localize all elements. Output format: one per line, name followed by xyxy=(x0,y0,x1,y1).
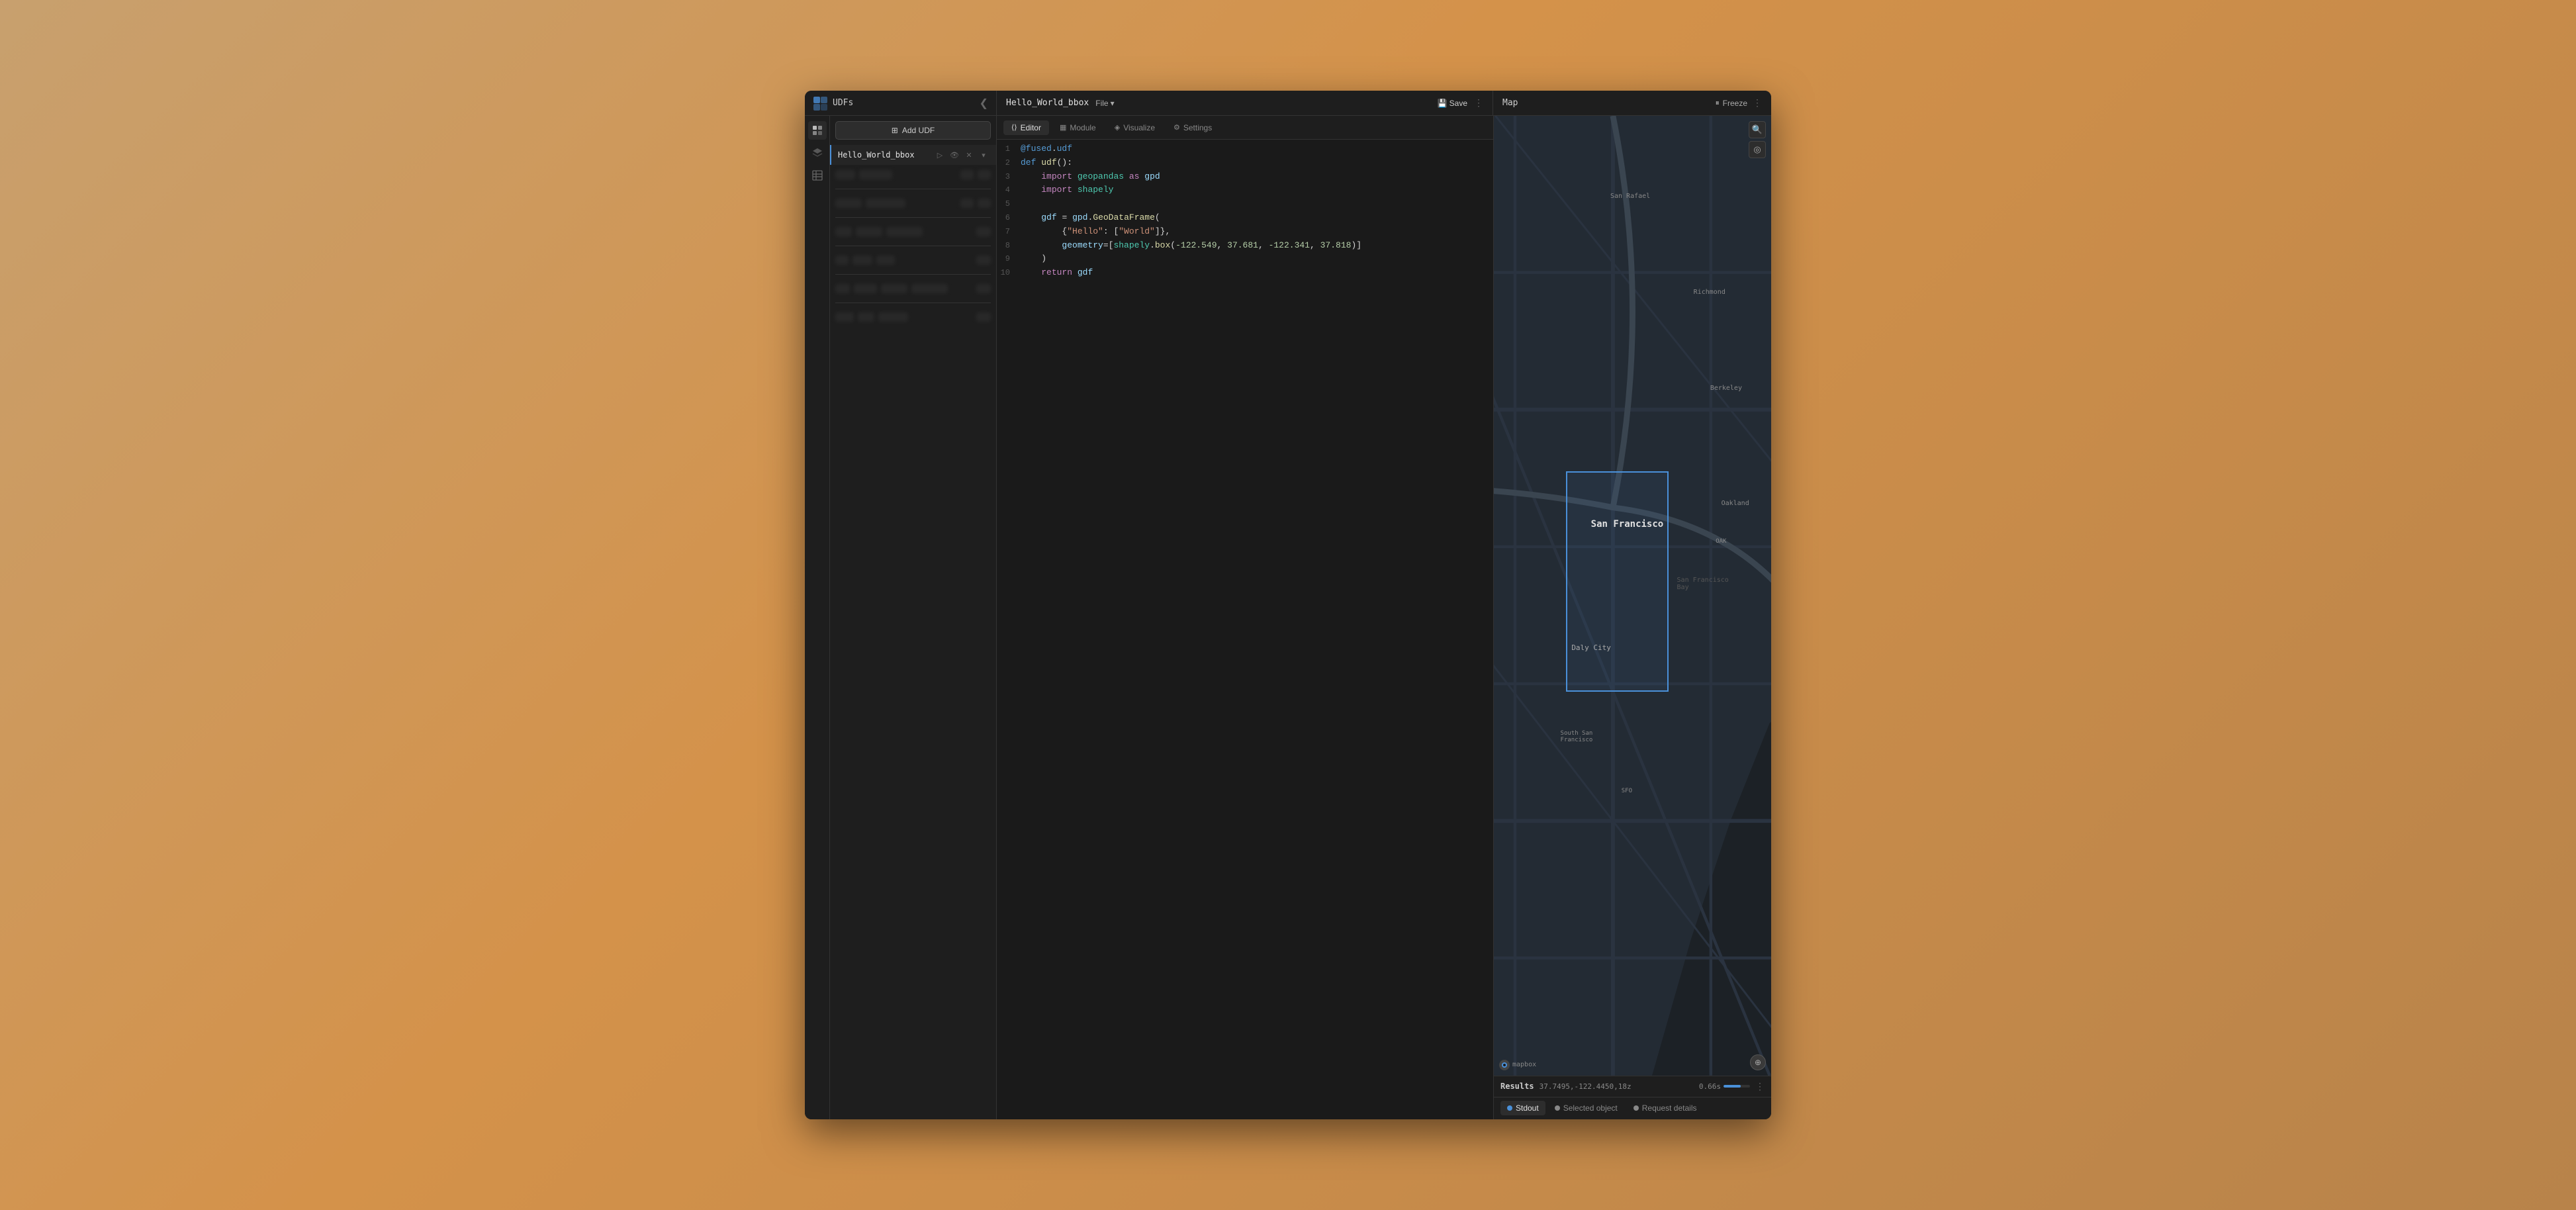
results-more-button[interactable]: ⋮ xyxy=(1755,1081,1765,1092)
results-label: Results xyxy=(1500,1082,1534,1091)
stdout-dot xyxy=(1507,1105,1512,1111)
map-toolbar: 🔍 ◎ xyxy=(1749,121,1766,158)
editor-panel: ⟨⟩ Editor ▦ Module ◈ Visualize ⚙ Setting… xyxy=(997,116,1493,1119)
sidebar-icon-udfs[interactable] xyxy=(808,121,827,140)
module-icon: ▦ xyxy=(1060,123,1066,132)
udf-panel: ⊞ Add UDF Hello_World_bbox ▷ 👁 ✕ ▾ xyxy=(830,116,997,1119)
settings-icon: ⚙ xyxy=(1173,123,1180,132)
udf-eye-icon[interactable]: 👁 xyxy=(948,149,960,161)
code-line-9: 9 ) xyxy=(997,252,1493,266)
map-panel-title: Map xyxy=(1502,98,1518,108)
gps-button[interactable]: ⊕ xyxy=(1750,1054,1766,1070)
tab-visualize[interactable]: ◈ Visualize xyxy=(1107,120,1163,135)
code-line-2: 2 def udf(): xyxy=(997,156,1493,170)
map-container[interactable]: San Rafael Richmond Berkeley Oakland San… xyxy=(1494,116,1771,1076)
mapbox-icon xyxy=(1499,1060,1510,1070)
code-editor[interactable]: 1 @fused.udf 2 def udf(): 3 import geopa… xyxy=(997,140,1493,1119)
tab-selected-object[interactable]: Selected object xyxy=(1548,1101,1624,1115)
udfs-title: UDFs xyxy=(833,98,853,108)
tab-module[interactable]: ▦ Module xyxy=(1052,120,1104,135)
code-line-1: 1 @fused.udf xyxy=(997,142,1493,156)
map-compass-button[interactable]: ◎ xyxy=(1749,141,1766,158)
sidebar-icon-layers[interactable] xyxy=(808,144,827,162)
tab-request-details[interactable]: Request details xyxy=(1627,1101,1704,1115)
tab-settings[interactable]: ⚙ Settings xyxy=(1166,120,1220,135)
file-tab-name: Hello_World_bbox xyxy=(1006,98,1089,108)
add-icon: ⊞ xyxy=(892,126,898,135)
request-dot xyxy=(1633,1105,1639,1111)
collapse-panel-button[interactable]: ❮ xyxy=(980,97,988,110)
save-button[interactable]: 💾 Save xyxy=(1438,99,1467,108)
code-line-3: 3 import geopandas as gpd xyxy=(997,170,1493,184)
udf-run-icon[interactable]: ▷ xyxy=(934,149,946,161)
code-line-4: 4 import shapely xyxy=(997,183,1493,197)
map-panel: San Rafael Richmond Berkeley Oakland San… xyxy=(1493,116,1771,1119)
map-selection-rect xyxy=(1566,471,1669,692)
selected-dot xyxy=(1555,1105,1560,1111)
results-bar: Results 37.7495,-122.4450,18z 0.66s ⋮ xyxy=(1494,1076,1771,1097)
map-search-button[interactable]: 🔍 xyxy=(1749,121,1766,138)
udf-list-item-active[interactable]: Hello_World_bbox ▷ 👁 ✕ ▾ xyxy=(830,145,996,165)
code-line-5: 5 xyxy=(997,197,1493,211)
udf-list-blurred xyxy=(830,165,996,327)
tab-stdout[interactable]: Stdout xyxy=(1500,1101,1545,1115)
app-logo-icon xyxy=(813,96,827,111)
tab-editor[interactable]: ⟨⟩ Editor xyxy=(1003,120,1049,135)
visualize-icon: ◈ xyxy=(1115,123,1120,132)
code-line-10: 10 return gdf xyxy=(997,266,1493,280)
code-line-8: 8 geometry=[shapely.box(-122.549, 37.681… xyxy=(997,239,1493,253)
main-content: ⊞ Add UDF Hello_World_bbox ▷ 👁 ✕ ▾ xyxy=(805,116,1771,1119)
map-background: San Rafael Richmond Berkeley Oakland San… xyxy=(1494,116,1771,1076)
code-line-7: 7 {"Hello": ["World"]}, xyxy=(997,225,1493,239)
udf-item-actions: ▷ 👁 ✕ ▾ xyxy=(934,149,989,161)
top-bar-right: Map ⏸ Freeze ⋮ xyxy=(1493,91,1771,115)
code-line-6: 6 gdf = gpd.GeoDataFrame( xyxy=(997,211,1493,225)
progress-bar-fill xyxy=(1724,1085,1741,1088)
results-time: 0.66s xyxy=(1699,1082,1721,1091)
top-bar: UDFs ❮ Hello_World_bbox File ▾ 💾 Save ⋮ … xyxy=(805,91,1771,116)
editor-icon: ⟨⟩ xyxy=(1011,123,1017,132)
top-bar-left: UDFs ❮ xyxy=(805,91,997,115)
results-coords: 37.7495,-122.4450,18z xyxy=(1540,1082,1632,1091)
file-menu-button[interactable]: File ▾ xyxy=(1095,99,1114,108)
results-progress: 0.66s xyxy=(1699,1082,1750,1091)
map-more-button[interactable]: ⋮ xyxy=(1753,97,1762,109)
udf-chevron-icon[interactable]: ▾ xyxy=(978,149,989,161)
app-window: UDFs ❮ Hello_World_bbox File ▾ 💾 Save ⋮ … xyxy=(805,91,1771,1119)
editor-tabs: ⟨⟩ Editor ▦ Module ◈ Visualize ⚙ Setting… xyxy=(997,116,1493,140)
freeze-button[interactable]: ⏸ Freeze xyxy=(1716,98,1747,108)
mapbox-logo: mapbox xyxy=(1499,1060,1536,1070)
editor-more-button[interactable]: ⋮ xyxy=(1474,97,1483,109)
add-udf-button[interactable]: ⊞ Add UDF xyxy=(835,121,991,140)
sidebar-icon-table[interactable] xyxy=(808,166,827,185)
top-bar-middle: Hello_World_bbox File ▾ 💾 Save ⋮ xyxy=(997,91,1493,115)
udf-close-icon[interactable]: ✕ xyxy=(963,149,975,161)
sidebar-icons xyxy=(805,116,830,1119)
progress-bar xyxy=(1724,1085,1750,1088)
results-tabs: Stdout Selected object Request details xyxy=(1494,1097,1771,1119)
udf-item-name: Hello_World_bbox xyxy=(838,150,930,160)
